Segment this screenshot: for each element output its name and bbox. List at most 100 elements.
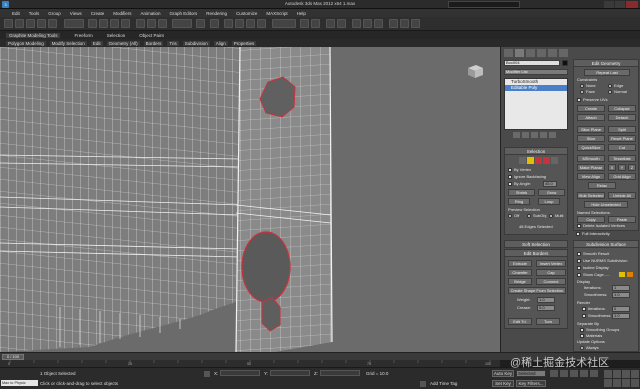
curve-editor-icon[interactable]: [352, 19, 361, 28]
panel-align[interactable]: Align: [213, 40, 228, 46]
bridge-button[interactable]: Bridge: [508, 278, 532, 285]
hide-selected-button[interactable]: Hide Selected: [577, 192, 605, 199]
smoothness-spinner[interactable]: 1.0: [612, 292, 630, 298]
zoom-all-icon[interactable]: [613, 370, 621, 378]
smoothing-groups-check[interactable]: Smoothing Groups: [580, 327, 619, 332]
track-bar[interactable]: 0 25 50 75 100: [0, 360, 500, 367]
add-time-tag-icon[interactable]: [420, 381, 426, 387]
full-interactivity-check[interactable]: Full Interactivity: [576, 231, 610, 236]
edit-geometry-title[interactable]: Edit Geometry: [574, 60, 638, 67]
panel-edit[interactable]: Edit: [90, 40, 103, 46]
ignore-backfacing-check[interactable]: Ignore Backfacing: [508, 174, 546, 179]
go-to-start-icon[interactable]: [550, 370, 558, 377]
rotate-icon[interactable]: [147, 19, 156, 28]
unlink-icon[interactable]: [37, 19, 46, 28]
repeat-last-button[interactable]: Repeat Last: [584, 69, 630, 76]
search-input[interactable]: [448, 1, 520, 8]
next-frame-icon[interactable]: [580, 370, 588, 377]
planar-x-button[interactable]: X: [608, 164, 616, 171]
unhide-all-button[interactable]: Unhide All: [608, 192, 636, 199]
create-tab-icon[interactable]: [504, 49, 513, 57]
selected-dropdown[interactable]: Selected: [516, 370, 546, 377]
zoom-extents-icon[interactable]: [622, 370, 630, 378]
ring-button[interactable]: Ring: [508, 198, 530, 205]
constraint-edge-radio[interactable]: Edge: [608, 83, 623, 88]
cap-button[interactable]: Cap: [536, 269, 566, 276]
tab-graphite-modeling-tools[interactable]: Graphite Modeling Tools: [6, 32, 61, 38]
crease-spinner[interactable]: 0.0: [537, 305, 555, 311]
modify-tab-icon[interactable]: [515, 49, 524, 57]
viewcube-icon[interactable]: [464, 63, 484, 79]
shrink-button[interactable]: Shrink: [508, 189, 535, 196]
menu-group[interactable]: Group: [48, 11, 61, 16]
modifier-list-dropdown[interactable]: Modifier List: [504, 69, 568, 75]
y-coord-field[interactable]: [270, 370, 310, 376]
smooth-result-check[interactable]: Smooth Result: [577, 251, 609, 256]
menu-edit[interactable]: Edit: [12, 11, 20, 16]
cage-color-2-swatch[interactable]: [627, 272, 633, 277]
wireframe-mesh[interactable]: [0, 47, 500, 352]
close-button[interactable]: [626, 1, 638, 8]
redo-icon[interactable]: [15, 19, 24, 28]
constraint-none-radio[interactable]: None: [580, 83, 596, 88]
select-manipulate-icon[interactable]: [210, 19, 219, 28]
preview-off-radio[interactable]: Off: [508, 213, 519, 218]
edit-tri-button[interactable]: Edit Tri.: [508, 318, 532, 325]
delete-isolated-check[interactable]: Delete Isolated Vertices: [577, 223, 625, 228]
create-button[interactable]: Create: [577, 105, 605, 112]
selection-rollout-title[interactable]: Selection: [505, 148, 567, 155]
menu-help[interactable]: Help: [297, 11, 306, 16]
constraint-normal-radio[interactable]: Normal: [608, 89, 627, 94]
iterations-spinner[interactable]: 1: [612, 285, 630, 291]
zoom-icon[interactable]: [604, 370, 612, 378]
utilities-tab-icon[interactable]: [559, 49, 568, 57]
connect-button[interactable]: Connect: [536, 278, 566, 285]
grid-align-button[interactable]: Grid Align: [608, 173, 636, 180]
maximize-viewport-icon[interactable]: [631, 379, 639, 387]
menu-graph-editors[interactable]: Graph Editors: [170, 11, 198, 16]
key-filters-button[interactable]: Key Filters...: [516, 380, 546, 387]
slice-button[interactable]: Slice: [577, 135, 605, 142]
display-tab-icon[interactable]: [548, 49, 557, 57]
scale-icon[interactable]: [158, 19, 167, 28]
object-color-swatch[interactable]: [562, 60, 568, 66]
render-production-icon[interactable]: [411, 19, 420, 28]
layer-manager-icon[interactable]: [326, 19, 335, 28]
detach-button[interactable]: Detach: [608, 114, 636, 121]
maximize-button[interactable]: [615, 1, 625, 8]
link-icon[interactable]: [26, 19, 35, 28]
hide-unselected-button[interactable]: Hide Unselected: [584, 201, 628, 208]
snaps-toggle-icon[interactable]: [224, 19, 233, 28]
motion-tab-icon[interactable]: [537, 49, 546, 57]
copy-button[interactable]: Copy: [577, 216, 605, 223]
show-end-result-icon[interactable]: [522, 132, 529, 138]
render-iterations-check[interactable]: Iterations:: [582, 306, 606, 311]
show-cage-check[interactable]: Show Cage......: [577, 272, 610, 277]
cut-button[interactable]: Cut: [608, 144, 636, 151]
minimize-button[interactable]: [604, 1, 614, 8]
material-editor-icon[interactable]: [374, 19, 383, 28]
menu-tools[interactable]: Tools: [29, 11, 40, 16]
move-icon[interactable]: [136, 19, 145, 28]
insert-vertex-button[interactable]: Insert Vertex: [536, 260, 566, 267]
zoom-extents-all-icon[interactable]: [631, 370, 639, 378]
preview-multi-radio[interactable]: Multi: [549, 213, 563, 218]
angle-snap-icon[interactable]: [235, 19, 244, 28]
relax-button[interactable]: Relax: [588, 182, 616, 189]
select-by-name-icon[interactable]: [99, 19, 108, 28]
view-align-button[interactable]: View Align: [577, 173, 605, 180]
reference-coordinate-dropdown[interactable]: [172, 19, 192, 28]
extrude-button[interactable]: Extrude: [508, 260, 532, 267]
go-to-end-icon[interactable]: [590, 370, 598, 377]
rendered-frame-window-icon[interactable]: [400, 19, 409, 28]
menu-maxscript[interactable]: MAXScript: [266, 11, 287, 16]
window-crossing-icon[interactable]: [121, 19, 130, 28]
tab-freeform[interactable]: Freeform: [74, 33, 92, 38]
cage-color-1-swatch[interactable]: [619, 272, 625, 277]
use-nurms-check[interactable]: Use NURMS Subdivision: [577, 258, 627, 263]
tab-object-paint[interactable]: Object Paint: [139, 33, 164, 38]
undo-icon[interactable]: [4, 19, 13, 28]
panel-tris[interactable]: Tris: [167, 40, 179, 46]
preview-subobj-radio[interactable]: SubObj: [527, 213, 546, 218]
pan-view-icon[interactable]: [613, 379, 621, 387]
